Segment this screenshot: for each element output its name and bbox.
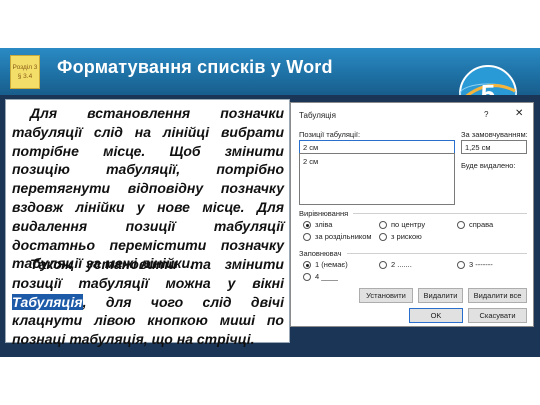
remove-label: Буде видалено: [461,161,516,170]
default-stops-input[interactable]: 1,25 см [461,140,527,154]
bottom-strip [0,357,540,405]
align-bar-radio[interactable] [379,233,387,241]
leader-2-radio[interactable] [379,261,387,269]
align-decimal-label: за роздільником [315,232,372,241]
slide-title: Форматування списків у Word [57,57,333,77]
dialog-title: Табуляція [299,111,336,120]
section-badge-chapter: Розділ 3 [12,64,38,71]
positions-list-item[interactable]: 2 см [303,157,451,166]
cancel-button[interactable]: Скасувати [468,308,527,323]
set-button[interactable]: Установити [359,288,413,303]
leader-1-label: 1 (немає) [315,260,348,269]
leader-1-radio[interactable] [303,261,311,269]
paragraph-1-text: Для встановлення позначки табуляції слід… [12,105,284,272]
section-badge: Розділ 3 § 3.4 [10,55,40,89]
alignment-divider [353,213,527,214]
align-right-label: справа [469,220,494,229]
align-left-radio[interactable] [303,221,311,229]
section-badge-paragraph: § 3.4 [17,73,33,80]
leader-divider [347,253,527,254]
alignment-label: Вирівнювання [299,209,349,218]
positions-label: Позиції табуляції: [299,130,361,139]
paragraph-2: Також установити та змінити позиції табу… [12,255,284,349]
align-bar-label: з рискою [391,232,422,241]
leader-4-radio[interactable] [303,273,311,281]
ok-button[interactable]: OK [409,308,463,323]
default-label: За замовчуванням: [461,130,528,139]
tab-dialog-highlight: Табуляція [12,293,83,310]
top-strip [0,0,540,48]
help-icon[interactable]: ? [484,110,488,119]
align-right-radio[interactable] [457,221,465,229]
leader-3-radio[interactable] [457,261,465,269]
position-input[interactable]: 2 см [299,140,455,154]
leader-label: Заповнювач [299,249,342,258]
tabs-dialog: Табуляція ? ✕ Позиції табуляції: 2 см 2 … [290,102,534,327]
clear-button[interactable]: Видалити [418,288,463,303]
leader-2-label: 2 ....... [391,260,412,269]
paragraph-2-text-before: Також установити та змінити позиції табу… [12,256,284,291]
align-left-label: зліва [315,220,333,229]
leader-3-label: 3 ------- [469,260,493,269]
align-decimal-radio[interactable] [303,233,311,241]
leader-4-label: 4 ____ [315,272,338,281]
paragraph-1: Для встановлення позначки табуляції слід… [12,104,284,273]
align-center-radio[interactable] [379,221,387,229]
clear-all-button[interactable]: Видалити все [468,288,527,303]
positions-list[interactable]: 2 см [299,153,455,205]
close-icon[interactable]: ✕ [515,108,523,119]
align-center-label: по центру [391,220,426,229]
